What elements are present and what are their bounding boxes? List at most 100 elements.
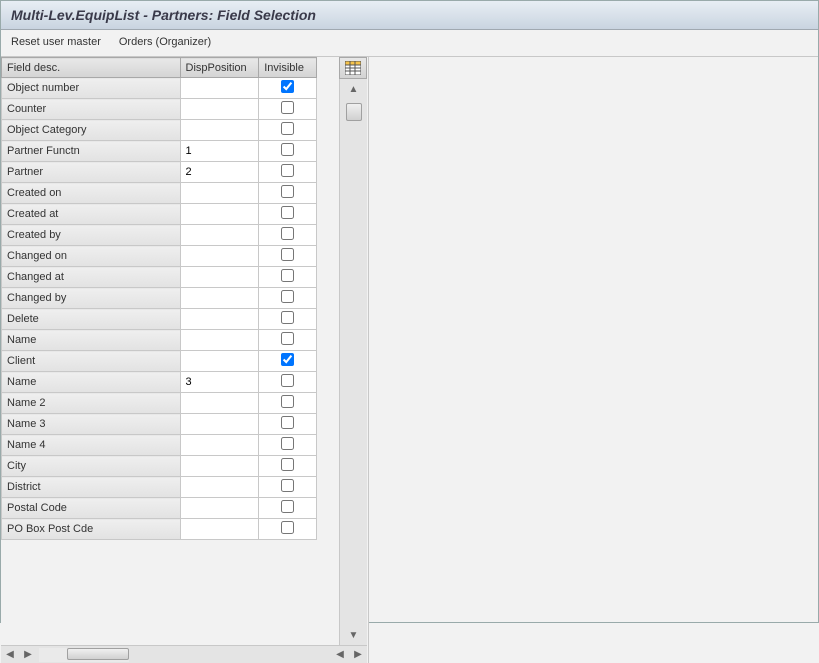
field-desc-cell[interactable]: Changed by bbox=[2, 288, 181, 309]
disp-position-input[interactable] bbox=[186, 124, 254, 136]
field-desc-cell[interactable]: Changed at bbox=[2, 267, 181, 288]
table-row[interactable]: Client bbox=[2, 351, 317, 372]
invisible-checkbox[interactable] bbox=[281, 437, 294, 450]
table-row[interactable]: Name bbox=[2, 372, 317, 393]
invisible-checkbox[interactable] bbox=[281, 311, 294, 324]
field-desc-cell[interactable]: Partner Functn bbox=[2, 141, 181, 162]
disp-position-input[interactable] bbox=[186, 82, 254, 94]
field-desc-cell[interactable]: District bbox=[2, 477, 181, 498]
field-desc-cell[interactable]: City bbox=[2, 456, 181, 477]
table-row[interactable]: Created by bbox=[2, 225, 317, 246]
invisible-checkbox[interactable] bbox=[281, 80, 294, 93]
table-row[interactable]: Partner bbox=[2, 162, 317, 183]
configure-columns-button[interactable] bbox=[339, 57, 367, 79]
table-row[interactable]: Changed at bbox=[2, 267, 317, 288]
disp-position-input[interactable] bbox=[186, 376, 254, 388]
field-desc-cell[interactable]: Partner bbox=[2, 162, 181, 183]
invisible-checkbox[interactable] bbox=[281, 122, 294, 135]
scroll-left-icon[interactable]: ◀ bbox=[3, 648, 17, 662]
invisible-checkbox[interactable] bbox=[281, 143, 294, 156]
disp-position-input[interactable] bbox=[186, 229, 254, 241]
field-desc-cell[interactable]: Name bbox=[2, 330, 181, 351]
field-desc-cell[interactable]: Object number bbox=[2, 78, 181, 99]
disp-position-input[interactable] bbox=[186, 271, 254, 283]
field-desc-cell[interactable]: PO Box Post Cde bbox=[2, 519, 181, 540]
table-row[interactable]: Changed on bbox=[2, 246, 317, 267]
field-desc-cell[interactable]: Created on bbox=[2, 183, 181, 204]
disp-position-input[interactable] bbox=[186, 292, 254, 304]
vertical-scrollbar[interactable]: ▲ ▼ bbox=[339, 79, 367, 645]
table-row[interactable]: Delete bbox=[2, 309, 317, 330]
table-row[interactable]: Counter bbox=[2, 99, 317, 120]
disp-position-input[interactable] bbox=[186, 355, 254, 367]
table-row[interactable]: PO Box Post Cde bbox=[2, 519, 317, 540]
disp-position-input[interactable] bbox=[186, 397, 254, 409]
disp-position-input[interactable] bbox=[186, 145, 254, 157]
disp-position-input[interactable] bbox=[186, 334, 254, 346]
table-row[interactable]: Object number bbox=[2, 78, 317, 99]
field-desc-cell[interactable]: Delete bbox=[2, 309, 181, 330]
disp-position-input[interactable] bbox=[186, 502, 254, 514]
invisible-checkbox[interactable] bbox=[281, 458, 294, 471]
scroll-left-end-icon[interactable]: ◀ bbox=[333, 648, 347, 662]
table-row[interactable]: Name 4 bbox=[2, 435, 317, 456]
col-header-desc[interactable]: Field desc. bbox=[2, 58, 181, 78]
invisible-checkbox[interactable] bbox=[281, 101, 294, 114]
field-desc-cell[interactable]: Name bbox=[2, 372, 181, 393]
invisible-checkbox[interactable] bbox=[281, 500, 294, 513]
invisible-checkbox[interactable] bbox=[281, 479, 294, 492]
scroll-right-icon[interactable]: ▶ bbox=[21, 648, 35, 662]
hscroll-thumb[interactable] bbox=[67, 648, 129, 660]
invisible-checkbox[interactable] bbox=[281, 206, 294, 219]
field-desc-cell[interactable]: Name 3 bbox=[2, 414, 181, 435]
vscroll-thumb[interactable] bbox=[346, 103, 362, 121]
field-desc-cell[interactable]: Postal Code bbox=[2, 498, 181, 519]
disp-position-input[interactable] bbox=[186, 208, 254, 220]
invisible-checkbox[interactable] bbox=[281, 416, 294, 429]
field-desc-cell[interactable]: Name 2 bbox=[2, 393, 181, 414]
reset-user-master-button[interactable]: Reset user master bbox=[11, 36, 101, 48]
invisible-checkbox[interactable] bbox=[281, 521, 294, 534]
table-row[interactable]: Name bbox=[2, 330, 317, 351]
invisible-checkbox[interactable] bbox=[281, 374, 294, 387]
horizontal-scrollbar[interactable]: ◀ ▶ ◀ ▶ bbox=[1, 645, 367, 663]
scroll-down-icon[interactable]: ▼ bbox=[347, 628, 361, 642]
table-row[interactable]: Object Category bbox=[2, 120, 317, 141]
field-desc-cell[interactable]: Object Category bbox=[2, 120, 181, 141]
field-desc-cell[interactable]: Created at bbox=[2, 204, 181, 225]
table-row[interactable]: Postal Code bbox=[2, 498, 317, 519]
disp-position-input[interactable] bbox=[186, 418, 254, 430]
disp-position-input[interactable] bbox=[186, 523, 254, 535]
field-desc-cell[interactable]: Name 4 bbox=[2, 435, 181, 456]
invisible-checkbox[interactable] bbox=[281, 164, 294, 177]
table-row[interactable]: Name 3 bbox=[2, 414, 317, 435]
col-header-inv[interactable]: Invisible bbox=[259, 58, 317, 78]
table-row[interactable]: Name 2 bbox=[2, 393, 317, 414]
invisible-checkbox[interactable] bbox=[281, 227, 294, 240]
disp-position-input[interactable] bbox=[186, 187, 254, 199]
disp-position-input[interactable] bbox=[186, 250, 254, 262]
table-row[interactable]: District bbox=[2, 477, 317, 498]
invisible-checkbox[interactable] bbox=[281, 395, 294, 408]
field-desc-cell[interactable]: Client bbox=[2, 351, 181, 372]
scroll-up-icon[interactable]: ▲ bbox=[347, 82, 361, 96]
invisible-checkbox[interactable] bbox=[281, 248, 294, 261]
table-row[interactable]: Created on bbox=[2, 183, 317, 204]
table-row[interactable]: Changed by bbox=[2, 288, 317, 309]
disp-position-input[interactable] bbox=[186, 460, 254, 472]
invisible-checkbox[interactable] bbox=[281, 290, 294, 303]
table-row[interactable]: Created at bbox=[2, 204, 317, 225]
invisible-checkbox[interactable] bbox=[281, 332, 294, 345]
table-row[interactable]: City bbox=[2, 456, 317, 477]
invisible-checkbox[interactable] bbox=[281, 353, 294, 366]
scroll-right-end-icon[interactable]: ▶ bbox=[351, 648, 365, 662]
disp-position-input[interactable] bbox=[186, 313, 254, 325]
disp-position-input[interactable] bbox=[186, 439, 254, 451]
col-header-pos[interactable]: DispPosition bbox=[180, 58, 259, 78]
disp-position-input[interactable] bbox=[186, 103, 254, 115]
invisible-checkbox[interactable] bbox=[281, 269, 294, 282]
field-desc-cell[interactable]: Counter bbox=[2, 99, 181, 120]
disp-position-input[interactable] bbox=[186, 481, 254, 493]
table-row[interactable]: Partner Functn bbox=[2, 141, 317, 162]
invisible-checkbox[interactable] bbox=[281, 185, 294, 198]
